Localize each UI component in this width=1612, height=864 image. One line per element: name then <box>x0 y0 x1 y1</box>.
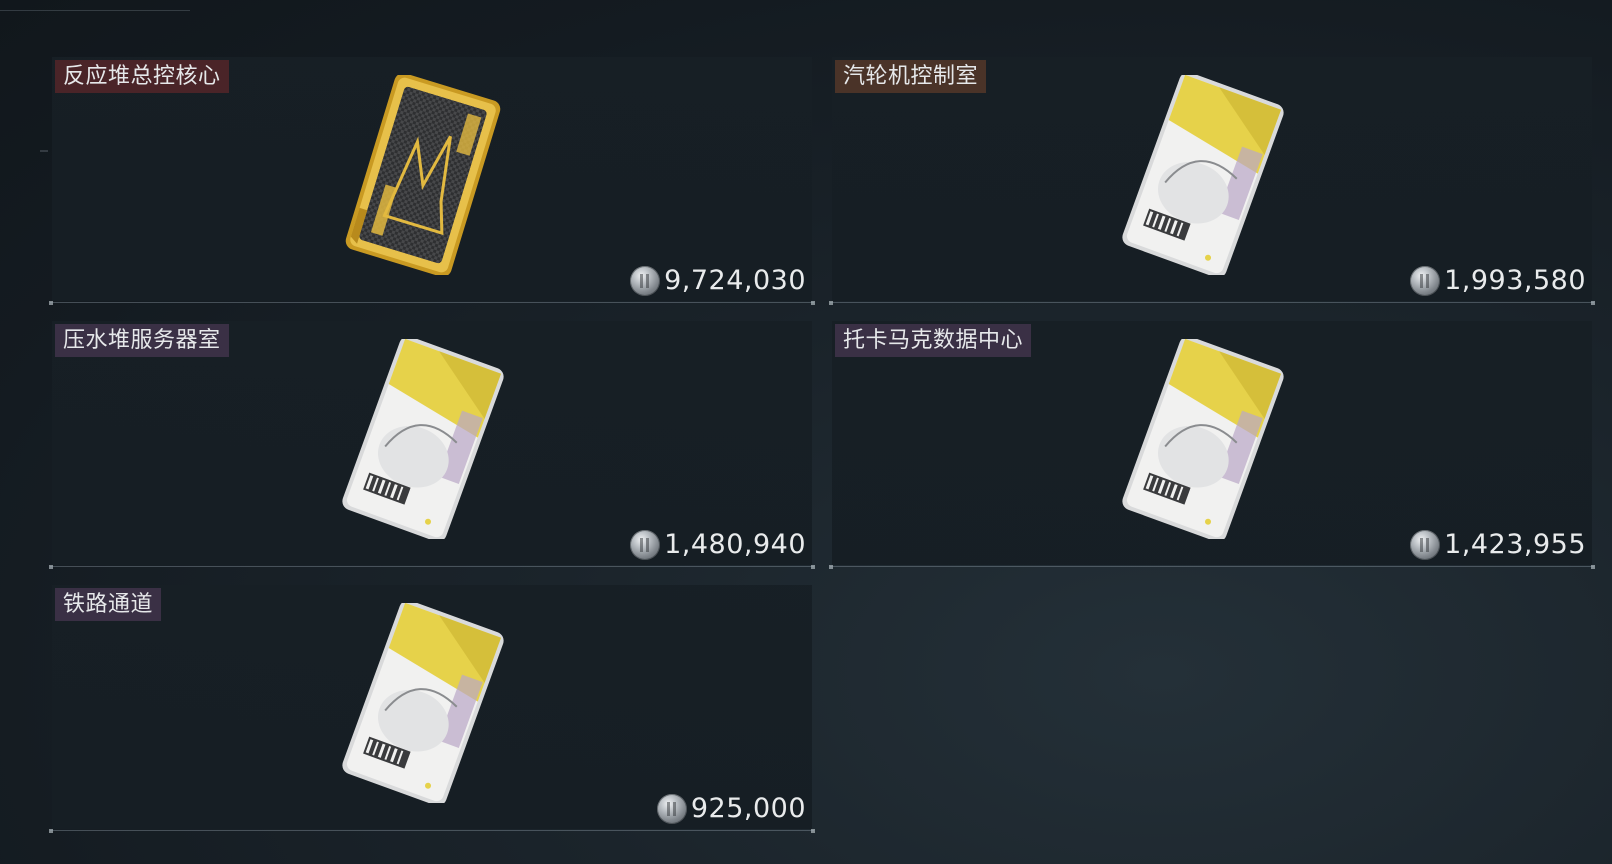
item-card-railway-tunnel[interactable]: 铁路通道 925,000 <box>49 585 815 833</box>
silver-coin-icon <box>1410 529 1441 560</box>
item-card-tokamak-datacenter[interactable]: 托卡马克数据中心 1,423,955 <box>829 321 1595 569</box>
item-name-tag: 托卡马克数据中心 <box>835 324 1032 357</box>
corner-marker <box>829 565 833 569</box>
item-price: 1,423,955 <box>1410 529 1586 560</box>
silver-coin-icon <box>630 265 661 296</box>
item-card-turbine-control[interactable]: 汽轮机控制室 1,993,580 <box>829 57 1595 305</box>
price-value: 925,000 <box>690 793 806 824</box>
price-value: 1,423,955 <box>1444 529 1586 560</box>
corner-marker <box>811 301 815 305</box>
corner-marker <box>49 565 53 569</box>
item-name-tag: 汽轮机控制室 <box>835 60 987 93</box>
price-value: 9,724,030 <box>664 265 806 296</box>
white-keycard-icon <box>342 339 504 539</box>
white-keycard-icon <box>1122 75 1284 275</box>
top-divider <box>0 10 190 11</box>
price-value: 1,480,940 <box>664 529 806 560</box>
item-card-pwr-server-room[interactable]: 压水堆服务器室 1,480,940 <box>49 321 815 569</box>
item-card-reactor-core[interactable]: 反应堆总控核心 9,724,030 <box>49 57 815 305</box>
corner-marker <box>811 829 815 833</box>
corner-marker <box>811 565 815 569</box>
corner-marker <box>49 829 53 833</box>
corner-marker <box>1591 301 1595 305</box>
item-price: 1,993,580 <box>1410 265 1586 296</box>
gold-keycard-icon <box>345 75 501 275</box>
item-price: 925,000 <box>656 793 806 824</box>
white-keycard-icon <box>342 603 504 803</box>
keycard-grid: 反应堆总控核心 9,724,030 汽轮机控制室 1,993,580 压水堆服务… <box>49 57 1595 833</box>
corner-marker <box>1591 565 1595 569</box>
silver-coin-icon <box>630 529 661 560</box>
silver-coin-icon <box>1410 265 1441 296</box>
item-name-tag: 压水堆服务器室 <box>55 324 229 357</box>
item-price: 9,724,030 <box>630 265 806 296</box>
corner-marker <box>829 301 833 305</box>
white-keycard-icon <box>1122 339 1284 539</box>
item-name-tag: 反应堆总控核心 <box>55 60 229 93</box>
side-marker <box>40 150 48 152</box>
price-value: 1,993,580 <box>1444 265 1586 296</box>
item-price: 1,480,940 <box>630 529 806 560</box>
silver-coin-icon <box>656 793 687 824</box>
corner-marker <box>49 301 53 305</box>
item-name-tag: 铁路通道 <box>55 588 162 621</box>
